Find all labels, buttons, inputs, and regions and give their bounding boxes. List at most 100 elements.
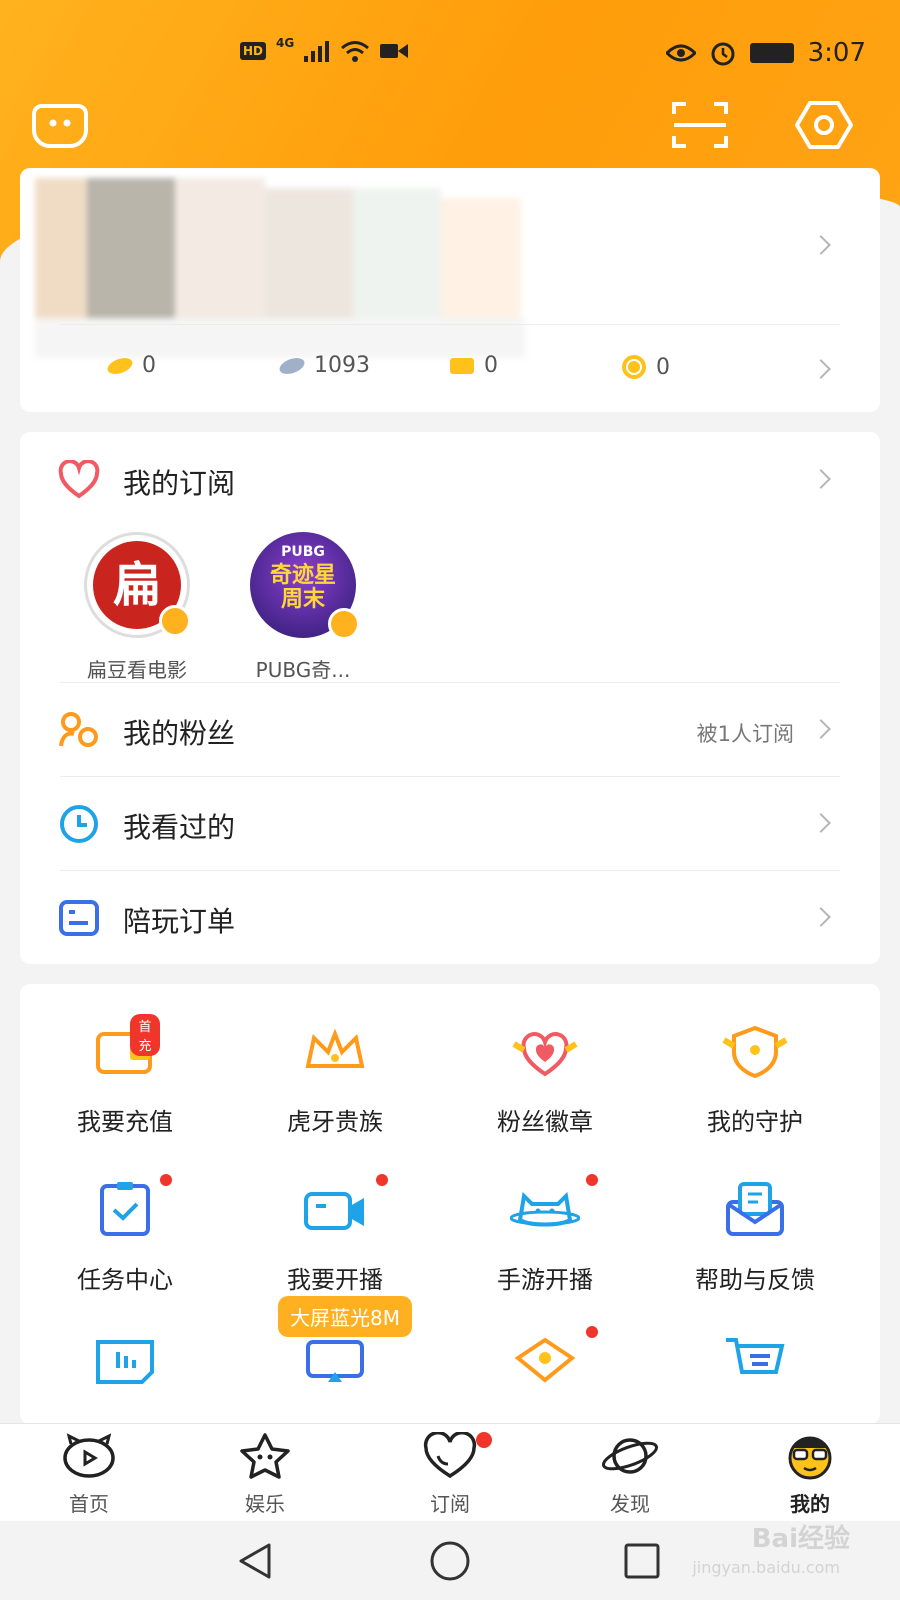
heart-outline-icon	[423, 1430, 477, 1479]
home-pet-icon	[63, 1433, 115, 1478]
tab-label: 订阅	[430, 1492, 470, 1516]
tile-label: 我要开播	[287, 1266, 383, 1294]
clipboard-check-icon	[100, 1182, 150, 1236]
clock-icon	[60, 805, 98, 843]
recents-square-icon[interactable]	[622, 1541, 662, 1581]
stat-value: 0	[142, 353, 156, 378]
live-badge-icon	[328, 608, 360, 640]
watch-history-row[interactable]: 我看过的	[20, 776, 880, 870]
services-grid-card: 首充 我要充值 虎牙贵族 粉丝徽章 我的守护 任务中心 我要开播 手游开播 帮助…	[20, 984, 880, 1424]
alarm-icon	[711, 42, 735, 66]
battery-indicator: 62	[749, 43, 794, 63]
notification-dot	[376, 1174, 388, 1186]
subscription-name: PUBG奇...	[255, 658, 351, 682]
avatar-glasses-icon	[788, 1436, 832, 1480]
chevron-right-icon	[811, 469, 831, 489]
notification-dot	[160, 1174, 172, 1186]
planet-icon	[602, 1438, 658, 1474]
back-icon[interactable]	[235, 1541, 275, 1581]
tab-label: 娱乐	[245, 1492, 285, 1516]
avatar-top-text: PUBG	[281, 544, 325, 560]
tile-label: 我要充值	[77, 1108, 173, 1136]
tab-subscribe[interactable]: 订阅	[390, 1430, 510, 1517]
avatar-logo: 奇迹星周末	[269, 563, 336, 612]
stat-value: 0	[656, 354, 670, 380]
play-orders-row[interactable]: 陪玩订单	[20, 870, 880, 964]
network-label: 4G	[276, 36, 295, 50]
silver-bean-icon	[279, 357, 305, 374]
tab-entertainment[interactable]: 娱乐	[205, 1432, 325, 1517]
wifi-icon	[341, 41, 370, 62]
tile-icon-wrap	[90, 1336, 160, 1396]
fans-count: 被1人订阅	[696, 722, 794, 746]
profile-card[interactable]: 0 1093 0 0	[20, 168, 880, 412]
profile-divider	[60, 324, 840, 325]
fan-badge-tile[interactable]: 粉丝徽章	[440, 1022, 650, 1137]
task-center-tile[interactable]: 任务中心	[20, 1174, 230, 1295]
tile-label: 粉丝徽章	[497, 1108, 593, 1136]
mail-help-icon	[726, 1182, 784, 1236]
crown-icon	[305, 1028, 365, 1068]
notification-dot	[586, 1174, 598, 1186]
subscription-item[interactable]: PUBG 奇迹星周末 PUBG奇...	[233, 532, 373, 683]
tab-discover[interactable]: 发现	[570, 1432, 690, 1517]
tab-mine[interactable]: 我的	[750, 1432, 870, 1517]
stat-beans[interactable]: 0	[106, 353, 156, 378]
ticket-icon	[96, 1340, 154, 1384]
my-menu-card: 我的订阅 扁 扁豆看电影 PUBG 奇迹星周末 PUBG奇... 我的粉丝 被1…	[20, 432, 880, 964]
coin-icon	[622, 355, 646, 379]
tab-home[interactable]: 首页	[29, 1432, 149, 1517]
guard-tile[interactable]: 我的守护	[650, 1022, 860, 1137]
video-camera-icon	[304, 1192, 364, 1230]
nobility-tile[interactable]: 虎牙贵族	[230, 1022, 440, 1137]
message-button[interactable]	[32, 100, 88, 150]
tile-icon-wrap	[300, 1022, 370, 1082]
mobile-live-tile[interactable]: 手游开播	[440, 1174, 650, 1295]
more-tile[interactable]	[20, 1336, 230, 1396]
tile-icon-wrap	[510, 1022, 580, 1082]
tab-label: 发现	[610, 1492, 650, 1516]
row-label: 我看过的	[123, 811, 236, 844]
home-circle-icon[interactable]	[428, 1539, 472, 1583]
tile-icon-wrap	[300, 1336, 370, 1396]
tile-label: 帮助与反馈	[695, 1266, 815, 1294]
tile-label: 手游开播	[497, 1266, 593, 1294]
heart-badge-icon	[512, 1032, 578, 1077]
shop-tile[interactable]	[650, 1336, 860, 1396]
scan-button[interactable]	[670, 100, 728, 150]
settings-button[interactable]	[794, 100, 854, 150]
row-label: 我的订阅	[123, 467, 236, 500]
video-call-icon	[380, 44, 409, 58]
shield-icon	[722, 1025, 788, 1079]
big-screen-tile[interactable]: 大屏蓝光8M	[230, 1296, 440, 1396]
subscription-item[interactable]: 扁 扁豆看电影	[67, 532, 207, 683]
tile-icon-wrap	[720, 1180, 790, 1240]
first-recharge-badge: 首充	[130, 1014, 160, 1056]
row-label: 我的粉丝	[123, 717, 236, 750]
coupon-icon	[450, 357, 474, 374]
notification-dot	[476, 1432, 492, 1448]
chevron-right-icon	[811, 719, 831, 739]
help-feedback-tile[interactable]: 帮助与反馈	[650, 1180, 860, 1295]
vip-tile[interactable]	[440, 1326, 650, 1396]
gamepad-icon	[509, 1191, 581, 1227]
start-live-tile[interactable]: 我要开播	[230, 1174, 440, 1295]
tile-label: 虎牙贵族	[287, 1108, 383, 1136]
avatar: PUBG 奇迹星周末	[250, 532, 360, 640]
clock: 3:07	[807, 38, 866, 68]
stat-silver-beans[interactable]: 1093	[278, 353, 370, 378]
stat-coins[interactable]: 0	[620, 353, 670, 381]
tile-label: 我的守护	[707, 1108, 803, 1136]
tile-icon-wrap	[509, 1174, 598, 1240]
my-subscriptions-row[interactable]: 我的订阅	[20, 432, 880, 526]
tab-label: 我的	[790, 1492, 830, 1516]
chevron-right-icon	[811, 813, 831, 833]
recharge-tile[interactable]: 首充 我要充值	[20, 1014, 230, 1137]
watermark-url: jingyan.baidu.com	[692, 1558, 840, 1577]
profile-chevron	[811, 235, 831, 255]
tile-icon-wrap	[90, 1174, 172, 1240]
scan-icon	[672, 102, 728, 148]
stat-coupons[interactable]: 0	[448, 353, 498, 378]
my-fans-row[interactable]: 我的粉丝 被1人订阅	[20, 682, 880, 776]
tile-icon-wrap: 首充	[90, 1014, 160, 1082]
